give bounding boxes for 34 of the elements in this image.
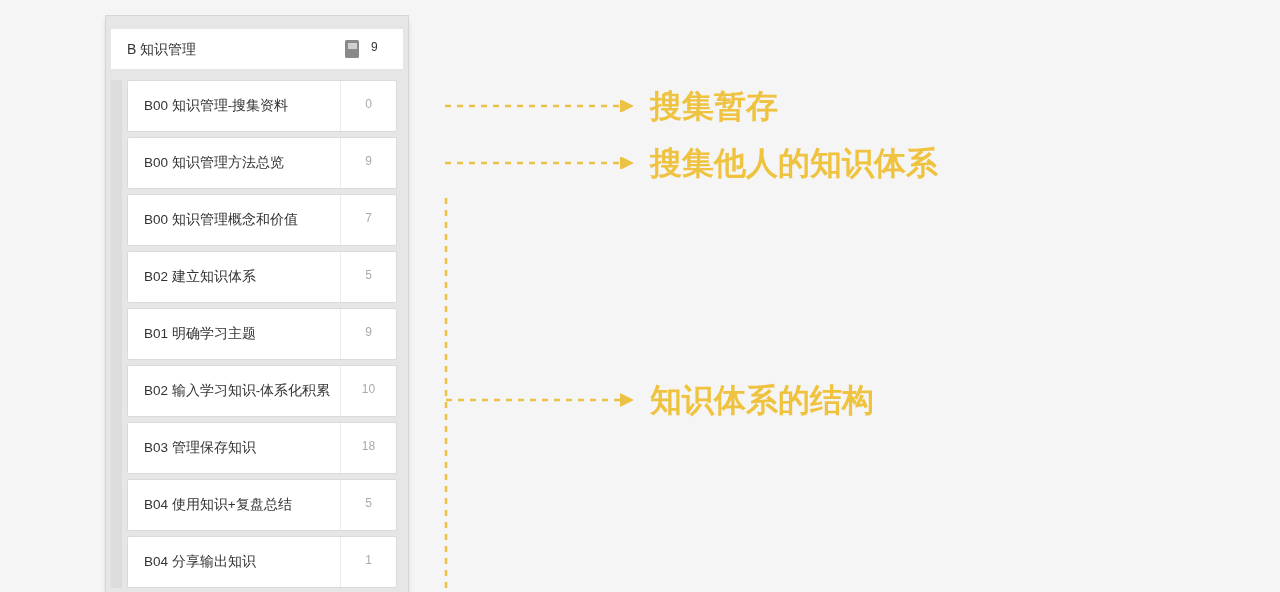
- section-count: 9: [340, 138, 396, 188]
- section-title: B04 使用知识+复盘总结: [143, 495, 293, 514]
- section-title: B02 输入学习知识-体系化积累: [143, 381, 332, 400]
- section-count: 18: [340, 423, 396, 473]
- notebook-count: 9: [371, 39, 379, 56]
- notebook-title: B 知识管理: [127, 39, 198, 59]
- section-item[interactable]: B02 建立知识体系 5: [127, 251, 397, 303]
- section-title: B02 建立知识体系: [143, 267, 257, 286]
- section-count: 0: [340, 81, 396, 131]
- section-item[interactable]: B04 使用知识+复盘总结 5: [127, 479, 397, 531]
- section-count: 9: [340, 309, 396, 359]
- section-title: B03 管理保存知识: [143, 438, 257, 457]
- annotation-label: 搜集暂存: [650, 87, 778, 126]
- section-item[interactable]: B03 管理保存知识 18: [127, 422, 397, 474]
- section-count: 5: [340, 252, 396, 302]
- section-title: B00 知识管理概念和价值: [143, 210, 299, 229]
- annotation-label: 知识体系的结构: [650, 381, 874, 420]
- section-count: 1: [340, 537, 396, 587]
- annotation-label: 搜集他人的知识体系: [650, 144, 938, 183]
- section-title: B00 知识管理-搜集资料: [143, 96, 290, 115]
- section-item[interactable]: B00 知识管理概念和价值 7: [127, 194, 397, 246]
- section-title: B04 分享输出知识: [143, 552, 257, 571]
- section-item[interactable]: B01 明确学习主题 9: [127, 308, 397, 360]
- section-title: B00 知识管理方法总览: [143, 153, 285, 172]
- notebook-header[interactable]: B 知识管理 9: [111, 29, 403, 69]
- section-count: 10: [340, 366, 396, 416]
- section-item[interactable]: B00 知识管理-搜集资料 0: [127, 80, 397, 132]
- section-item[interactable]: B04 分享输出知识 1: [127, 536, 397, 588]
- section-title: B01 明确学习主题: [143, 324, 257, 343]
- section-item[interactable]: B02 输入学习知识-体系化积累 10: [127, 365, 397, 417]
- section-count: 5: [340, 480, 396, 530]
- section-item[interactable]: B00 知识管理方法总览 9: [127, 137, 397, 189]
- section-count: 7: [340, 195, 396, 245]
- notebook-icon: [345, 40, 359, 58]
